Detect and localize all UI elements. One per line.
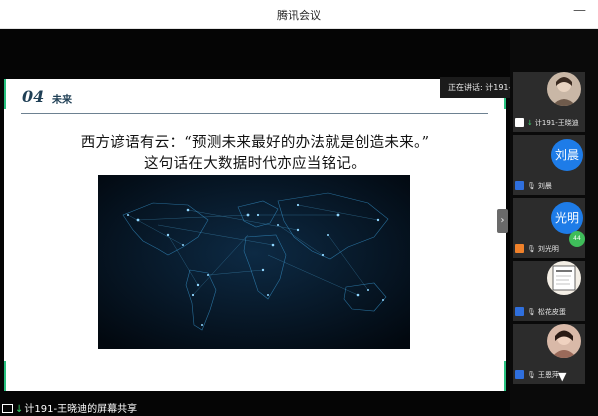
slide-corner-mark: [4, 361, 6, 391]
participant-tile[interactable]: ↓ 计191-王晓迪: [513, 72, 585, 132]
participant-tile[interactable]: 刘晨 🎙 刘晨: [513, 135, 585, 195]
participant-name: 王恩萍: [537, 371, 559, 379]
world-network-map-image: [98, 175, 410, 349]
participant-label: 🎙 王恩萍: [515, 370, 559, 380]
microphone-icon: ↓: [527, 119, 533, 127]
slide-corner-mark: [4, 79, 6, 109]
user-icon: [515, 307, 524, 316]
participant-tile[interactable]: 光明 🎙 刘光明: [513, 198, 585, 258]
network-signal-badge: 44: [569, 231, 585, 247]
presentation-slide: 04 未来 西方谚语有云：“预测未来最好的办法就是创造未来。” 这句话在大数据时…: [4, 79, 506, 391]
participant-avatar: [547, 72, 581, 106]
slide-quote-line-1: 西方谚语有云：“预测未来最好的办法就是创造未来。”: [80, 135, 430, 151]
microphone-muted-icon: 🎙: [527, 245, 536, 253]
participant-name: 松花皮蛋: [537, 308, 566, 316]
user-icon: [515, 370, 524, 379]
slide-corner-mark: [504, 361, 506, 391]
avatar-photo-icon: [547, 72, 581, 106]
user-icon: [515, 181, 524, 190]
scroll-down-icon[interactable]: ▼: [558, 370, 566, 383]
participant-tile[interactable]: 🎙 松花皮蛋: [513, 261, 585, 321]
participant-label: 🎙 刘光明: [515, 244, 559, 254]
slide-quote-line-2: 这句话在大数据时代亦应当铭记。: [144, 156, 366, 172]
minimize-icon[interactable]: —: [573, 3, 586, 18]
participant-label: 🎙 松花皮蛋: [515, 307, 566, 317]
participant-tile[interactable]: 🎙 王恩萍: [513, 324, 585, 384]
participant-label: 🎙 刘晨: [515, 181, 552, 191]
avatar-photo-icon: [547, 324, 581, 358]
microphone-icon: ↓: [15, 404, 24, 415]
screen-share-icon: [2, 404, 13, 413]
screen-share-label: ↓计191-王晓迪的屏幕共享: [2, 400, 137, 415]
participant-avatar: 光明: [551, 202, 583, 234]
participant-avatar: [547, 324, 581, 358]
slide-divider: [21, 113, 488, 114]
screen-share-icon: [515, 118, 524, 127]
microphone-muted-icon: 🎙: [527, 371, 536, 379]
participant-name: 刘晨: [537, 182, 552, 190]
microphone-muted-icon: 🎙: [527, 308, 536, 316]
participant-label: ↓ 计191-王晓迪: [515, 118, 579, 128]
participant-avatar: 刘晨: [551, 139, 583, 171]
slide-number: 04: [22, 87, 45, 106]
participant-avatar: [547, 261, 581, 295]
collapse-sidebar-chevron-icon[interactable]: ›: [497, 209, 508, 233]
screen-share-owner: 计191-王晓迪的屏幕共享: [24, 404, 138, 415]
title-bar: 腾讯会议 —: [0, 0, 598, 29]
participant-name: 计191-王晓迪: [534, 119, 579, 127]
participant-sidebar[interactable]: ↓ 计191-王晓迪 刘晨 🎙 刘晨 光明 🎙 刘光明 🎙 松花皮蛋 🎙 王恩萍: [510, 29, 598, 416]
participant-name: 刘光明: [537, 245, 559, 253]
shared-screen-stage: 04 未来 西方谚语有云：“预测未来最好的办法就是创造未来。” 这句话在大数据时…: [0, 29, 546, 416]
todo-list-avatar-icon: [547, 261, 581, 295]
user-icon: [515, 244, 524, 253]
window-title: 腾讯会议: [277, 9, 321, 22]
slide-section-title: 未来: [52, 95, 72, 106]
microphone-muted-icon: 🎙: [527, 182, 536, 190]
